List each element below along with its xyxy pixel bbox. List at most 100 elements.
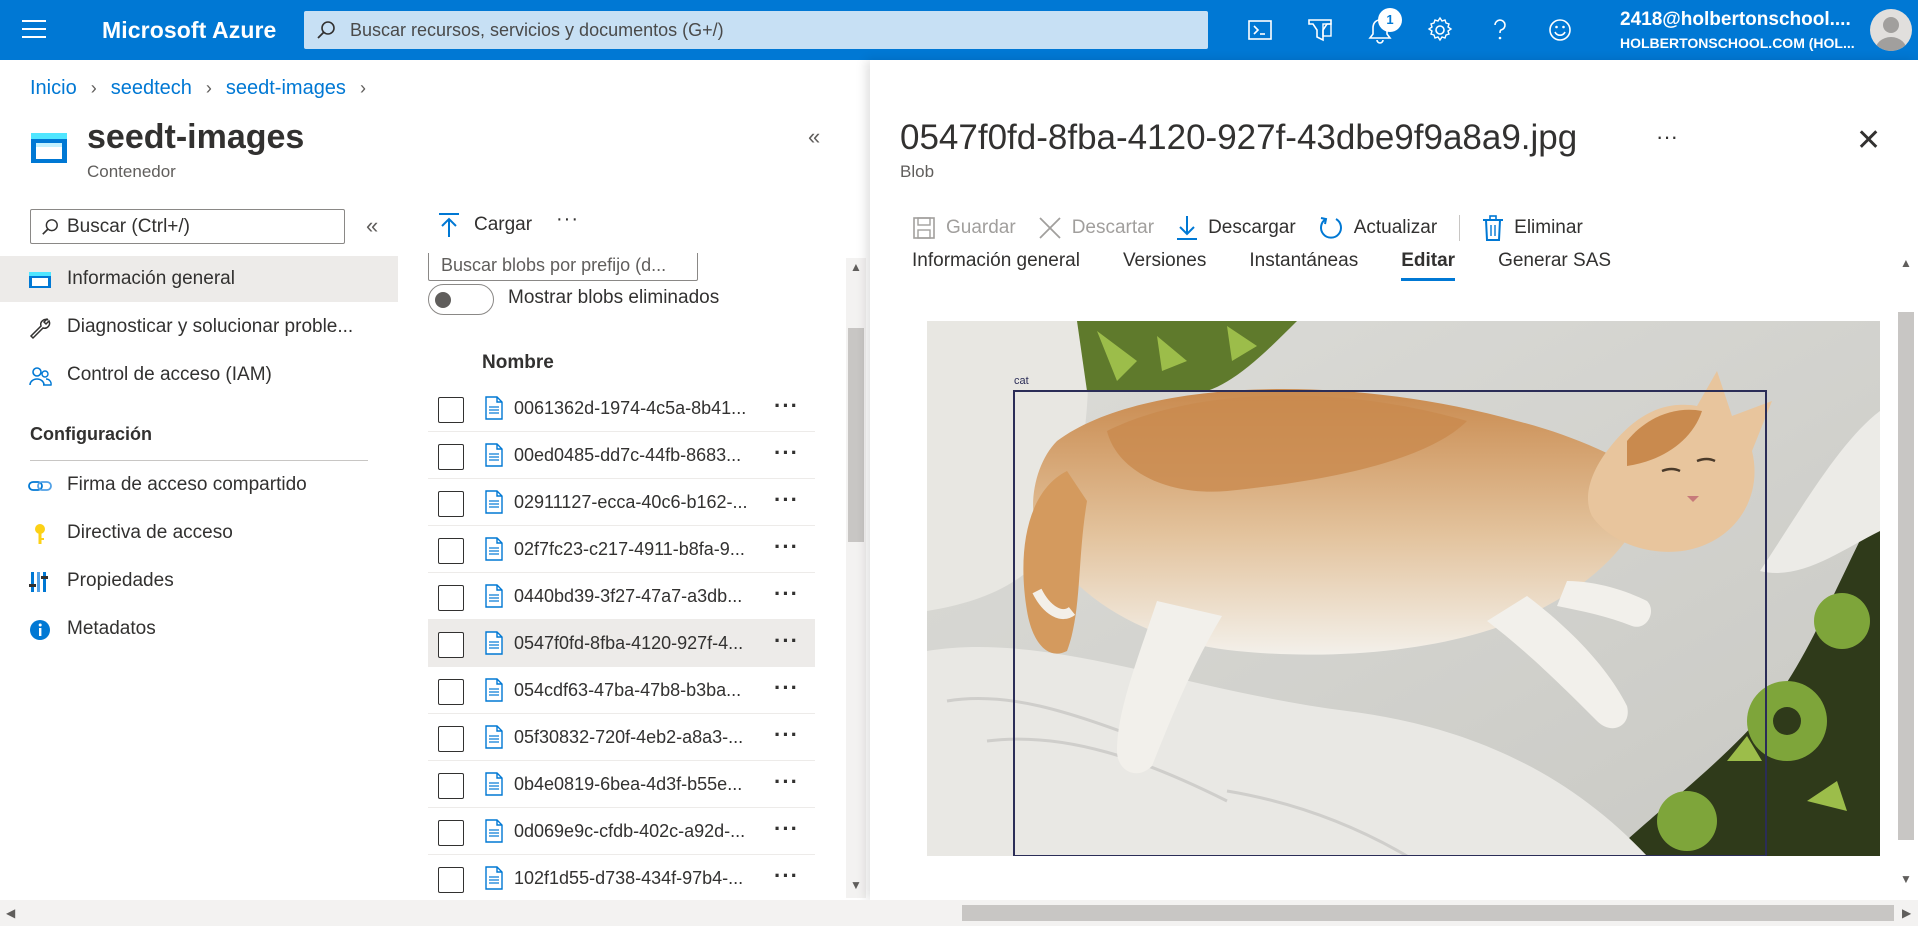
scroll-thumb[interactable]: [962, 905, 1894, 921]
blob-name[interactable]: 0547f0fd-8fba-4120-927f-4...: [514, 633, 764, 654]
nav-item-sas[interactable]: Firma de acceso compartido: [0, 462, 398, 508]
row-checkbox[interactable]: [438, 538, 464, 564]
blob-name[interactable]: 05f30832-720f-4eb2-a8a3-...: [514, 727, 764, 748]
blob-name[interactable]: 02f7fc23-c217-4911-b8fa-9...: [514, 539, 764, 560]
avatar[interactable]: [1870, 9, 1912, 51]
save-button[interactable]: Guardar: [912, 216, 1016, 240]
table-row[interactable]: 02911127-ecca-40c6-b162-... ···: [428, 479, 815, 526]
blob-name[interactable]: 054cdf63-47ba-47b8-b3ba...: [514, 680, 764, 701]
global-search[interactable]: [304, 11, 1208, 49]
breadcrumb-home[interactable]: Inicio: [30, 77, 77, 100]
table-row[interactable]: 0b4e0819-6bea-4d3f-b55e... ···: [428, 761, 815, 808]
scroll-down-icon[interactable]: ▼: [1900, 872, 1912, 886]
row-checkbox[interactable]: [438, 867, 464, 893]
table-row[interactable]: 0547f0fd-8fba-4120-927f-4... ···: [428, 620, 815, 667]
blob-name[interactable]: 00ed0485-dd7c-44fb-8683...: [514, 445, 764, 466]
row-more-icon[interactable]: ···: [774, 816, 799, 842]
hamburger-menu-icon[interactable]: [22, 20, 46, 40]
table-row[interactable]: 00ed0485-dd7c-44fb-8683... ···: [428, 432, 815, 479]
row-more-icon[interactable]: ···: [774, 769, 799, 795]
row-checkbox[interactable]: [438, 773, 464, 799]
nav-search-input[interactable]: [67, 210, 337, 243]
table-row[interactable]: 02f7fc23-c217-4911-b8fa-9... ···: [428, 526, 815, 573]
account-org[interactable]: HOLBERTONSCHOOL.COM (HOL...: [1620, 35, 1855, 51]
row-checkbox[interactable]: [438, 491, 464, 517]
page-horizontal-scrollbar[interactable]: ◀ ▶: [0, 900, 1918, 926]
row-more-icon[interactable]: ···: [774, 863, 799, 889]
scroll-down-icon[interactable]: ▼: [850, 878, 862, 892]
collapse-nav-icon[interactable]: «: [366, 213, 378, 239]
row-checkbox[interactable]: [438, 444, 464, 470]
prefix-search-input[interactable]: [428, 253, 698, 281]
scroll-left-icon[interactable]: ◀: [6, 906, 15, 920]
blob-list-scrollbar[interactable]: ▲ ▼: [846, 258, 866, 898]
row-more-icon[interactable]: ···: [774, 487, 799, 513]
tab-versions[interactable]: Versiones: [1123, 250, 1206, 281]
scroll-up-icon[interactable]: ▲: [850, 260, 862, 274]
blade-scrollbar[interactable]: ▲ ▼: [1896, 256, 1916, 896]
scroll-thumb[interactable]: [848, 328, 864, 542]
directory-filter-icon[interactable]: [1304, 14, 1336, 46]
column-header-name[interactable]: Nombre: [482, 352, 554, 374]
scroll-right-icon[interactable]: ▶: [1902, 906, 1911, 920]
account-name[interactable]: 2418@holbertonschool....: [1620, 9, 1851, 31]
show-deleted-toggle[interactable]: [428, 284, 494, 315]
brand-title[interactable]: Microsoft Azure: [102, 17, 276, 44]
row-checkbox[interactable]: [438, 820, 464, 846]
help-question-icon[interactable]: [1484, 14, 1516, 46]
collapse-blade-icon[interactable]: «: [808, 124, 820, 150]
table-row[interactable]: 054cdf63-47ba-47b8-b3ba... ···: [428, 667, 815, 714]
row-more-icon[interactable]: ···: [774, 628, 799, 654]
table-row[interactable]: 102f1d55-d738-434f-97b4-... ···: [428, 855, 815, 898]
close-icon[interactable]: ✕: [1856, 126, 1881, 156]
tab-edit[interactable]: Editar: [1401, 250, 1456, 281]
row-more-icon[interactable]: ···: [774, 581, 799, 607]
nav-search[interactable]: [30, 209, 345, 244]
global-search-input[interactable]: [350, 11, 1190, 49]
more-options-icon[interactable]: ···: [1656, 124, 1678, 150]
blob-name[interactable]: 02911127-ecca-40c6-b162-...: [514, 492, 764, 513]
nav-item-properties[interactable]: Propiedades: [0, 558, 398, 604]
tab-snapshots[interactable]: Instantáneas: [1249, 250, 1358, 281]
row-checkbox[interactable]: [438, 397, 464, 423]
scroll-thumb[interactable]: [1898, 312, 1914, 840]
blob-name[interactable]: 0061362d-1974-4c5a-8b41...: [514, 398, 764, 419]
tab-generate-sas[interactable]: Generar SAS: [1498, 250, 1611, 281]
scroll-up-icon[interactable]: ▲: [1900, 256, 1912, 270]
row-checkbox[interactable]: [438, 679, 464, 705]
nav-item-access-policy[interactable]: Directiva de acceso: [0, 510, 398, 556]
blob-name[interactable]: 0b4e0819-6bea-4d3f-b55e...: [514, 774, 764, 795]
discard-button[interactable]: Descartar: [1038, 216, 1154, 240]
breadcrumb-account[interactable]: seedtech: [111, 77, 192, 100]
breadcrumb-container[interactable]: seedt-images: [226, 77, 346, 100]
table-row[interactable]: 05f30832-720f-4eb2-a8a3-... ···: [428, 714, 815, 761]
table-row[interactable]: 0061362d-1974-4c5a-8b41... ···: [428, 385, 815, 432]
refresh-button[interactable]: Actualizar: [1318, 215, 1437, 241]
row-checkbox[interactable]: [438, 585, 464, 611]
settings-gear-icon[interactable]: [1424, 14, 1456, 46]
blob-name[interactable]: 102f1d55-d738-434f-97b4-...: [514, 868, 764, 889]
table-row[interactable]: 0d069e9c-cfdb-402c-a92d-... ···: [428, 808, 815, 855]
row-checkbox[interactable]: [438, 632, 464, 658]
row-more-icon[interactable]: ···: [774, 534, 799, 560]
blob-name[interactable]: 0d069e9c-cfdb-402c-a92d-...: [514, 821, 764, 842]
nav-item-overview[interactable]: Información general: [0, 256, 398, 302]
row-more-icon[interactable]: ···: [774, 393, 799, 419]
row-more-icon[interactable]: ···: [774, 440, 799, 466]
delete-button[interactable]: Eliminar: [1482, 215, 1583, 241]
blob-name[interactable]: 0440bd39-3f27-47a7-a3db...: [514, 586, 764, 607]
table-row[interactable]: 0440bd39-3f27-47a7-a3db... ···: [428, 573, 815, 620]
nav-item-metadata[interactable]: Metadatos: [0, 606, 398, 652]
row-more-icon[interactable]: ···: [774, 722, 799, 748]
row-checkbox[interactable]: [438, 726, 464, 752]
tab-overview[interactable]: Información general: [912, 250, 1080, 281]
row-more-icon[interactable]: ···: [774, 675, 799, 701]
download-button[interactable]: Descargar: [1176, 215, 1296, 241]
nav-item-diagnose[interactable]: Diagnosticar y solucionar proble...: [0, 304, 398, 350]
nav-item-iam[interactable]: Control de acceso (IAM): [0, 352, 398, 398]
cloud-shell-icon[interactable]: [1244, 14, 1276, 46]
more-options-icon[interactable]: ···: [556, 208, 579, 231]
feedback-smiley-icon[interactable]: [1544, 14, 1576, 46]
file-icon: [485, 866, 503, 890]
upload-button[interactable]: Cargar: [438, 212, 532, 238]
